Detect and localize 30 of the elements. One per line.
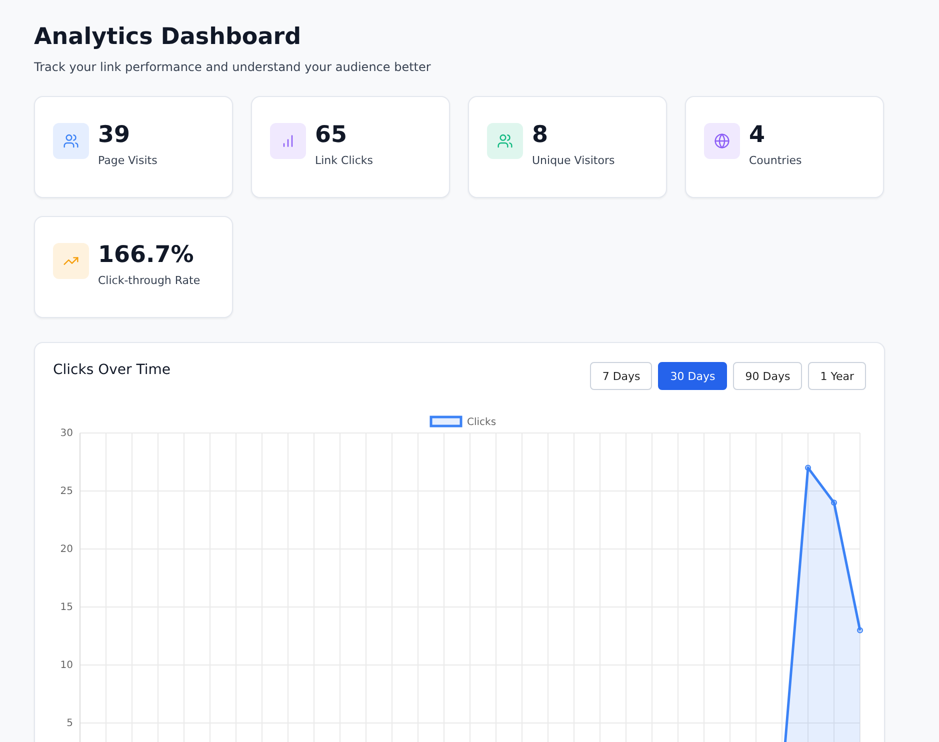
stat-value: 8 — [532, 123, 550, 147]
chart-title: Clicks Over Time — [53, 362, 170, 378]
y-tick-label: 30 — [60, 428, 73, 439]
page-title: Analytics Dashboard — [34, 24, 302, 50]
y-tick-label: 15 — [60, 602, 73, 613]
range-button[interactable]: 90 Days — [733, 362, 802, 390]
y-tick-label: 10 — [60, 660, 73, 671]
data-point — [857, 627, 863, 634]
stat-label: Click-through Rate — [98, 274, 200, 287]
stat-label: Link Clicks — [315, 154, 373, 167]
stat-value: 65 — [315, 123, 348, 147]
range-button[interactable]: 30 Days — [658, 362, 728, 390]
page-subtitle: Track your link performance and understand your audience better — [34, 60, 432, 74]
legend-label: Clicks — [467, 417, 496, 428]
y-tick-label: 20 — [60, 544, 73, 555]
stat-value: 39 — [98, 123, 132, 147]
stat-label: Countries — [749, 154, 802, 167]
data-point — [831, 500, 837, 506]
stat-label: Page Visits — [98, 154, 158, 167]
range-button[interactable]: 1 Year — [808, 362, 866, 390]
y-tick-label: 5 — [66, 718, 73, 729]
range-button[interactable]: 7 Days — [590, 362, 652, 390]
globe-icon — [714, 133, 730, 149]
people-icon — [63, 133, 79, 149]
people-icon — [497, 133, 513, 149]
stat-value: 166.7% — [98, 243, 195, 267]
y-tick-label: 25 — [60, 486, 73, 497]
stat-label: Unique Visitors — [532, 154, 615, 167]
data-point — [805, 464, 811, 471]
stat-value: 4 — [749, 123, 766, 147]
